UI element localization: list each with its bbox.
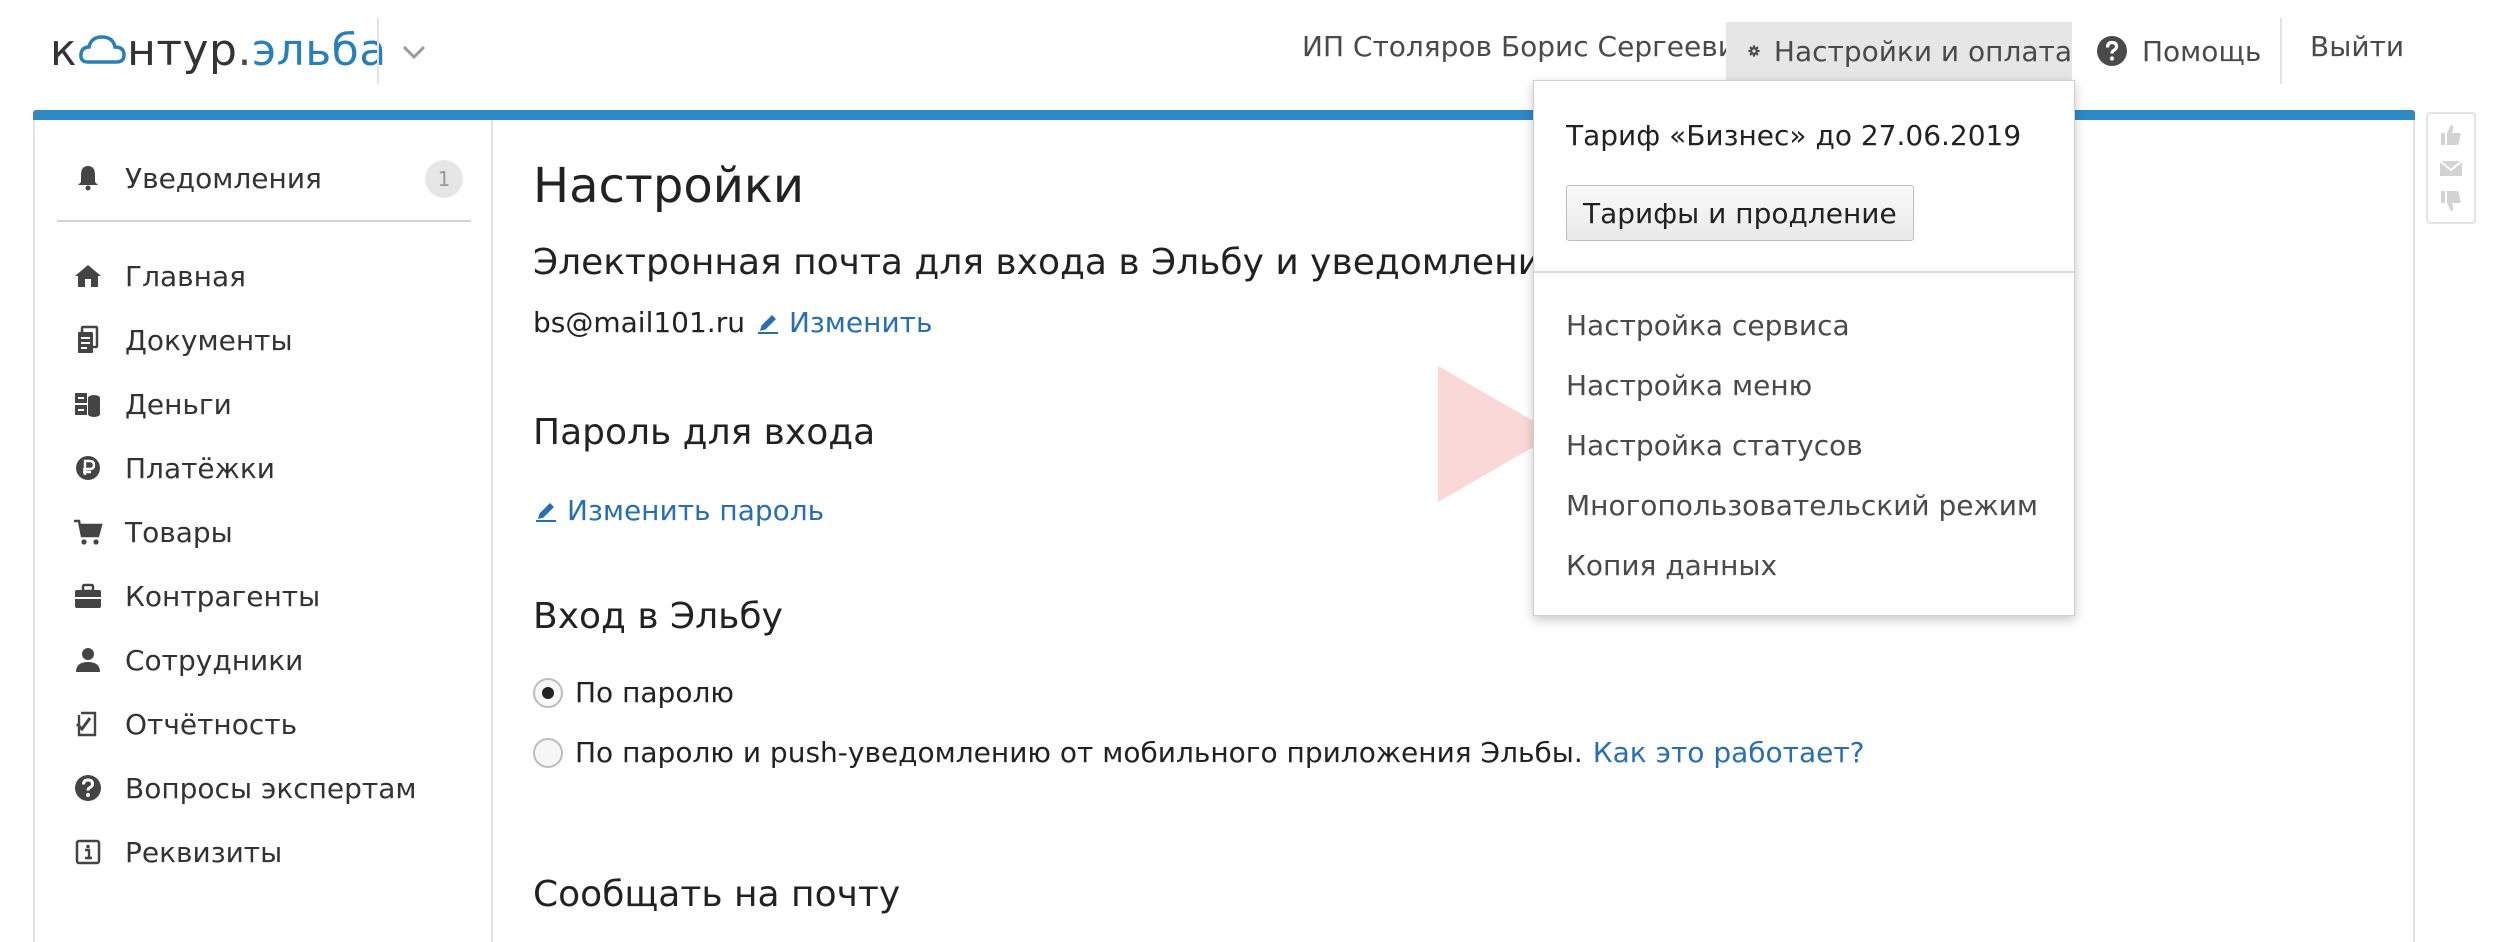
email-row: bs@mail101.ru Изменить bbox=[533, 306, 932, 339]
sidebar-item-expert-questions[interactable]: Вопросы экспертам bbox=[57, 756, 473, 820]
email-value: bs@mail101.ru bbox=[533, 306, 745, 339]
radio-password-only[interactable] bbox=[533, 677, 563, 708]
sidebar-item-documents[interactable]: Документы bbox=[57, 308, 473, 372]
change-password-label: Изменить пароль bbox=[567, 494, 825, 527]
sidebar-item-contractors[interactable]: Контрагенты bbox=[57, 564, 473, 628]
sidebar-item-label: Реквизиты bbox=[125, 835, 283, 869]
sidebar-divider bbox=[57, 220, 471, 222]
sidebar-item-notifications[interactable]: Уведомления 1 bbox=[57, 148, 473, 208]
change-email-link[interactable]: Изменить bbox=[755, 306, 933, 339]
sidebar-item-label: Платёжки bbox=[125, 451, 275, 485]
briefcase-icon bbox=[75, 583, 101, 608]
gear-icon bbox=[1748, 45, 1760, 57]
chevron-down-icon[interactable] bbox=[398, 36, 430, 68]
login-option-password-push[interactable]: По паролю и push-уведомлению от мобильно… bbox=[533, 736, 1865, 769]
sidebar-item-label: Документы bbox=[125, 323, 293, 357]
notifications-count-badge: 1 bbox=[425, 160, 463, 198]
radio-password-push[interactable] bbox=[533, 737, 563, 768]
thumbs-up-icon[interactable] bbox=[2438, 122, 2464, 148]
menu-item-status-settings[interactable]: Настройка статусов bbox=[1566, 415, 2038, 475]
cloud-logo-icon bbox=[79, 35, 126, 64]
sidebar-item-home[interactable]: Главная bbox=[57, 244, 473, 308]
password-section-heading: Пароль для входа bbox=[533, 412, 876, 453]
login-option-password[interactable]: По паролю bbox=[533, 676, 734, 709]
header-divider bbox=[2280, 18, 2282, 84]
feedback-widget bbox=[2426, 112, 2476, 224]
person-icon bbox=[76, 648, 100, 672]
sidebar-item-label: Вопросы экспертам bbox=[125, 771, 417, 805]
question-circle-icon bbox=[2097, 36, 2127, 66]
sidebar-item-reports[interactable]: Отчётность bbox=[57, 692, 473, 756]
bell-icon bbox=[78, 166, 98, 191]
sidebar-item-label: Сотрудники bbox=[125, 643, 304, 677]
pencil-icon bbox=[757, 314, 778, 334]
payment-icon bbox=[76, 456, 100, 480]
radio-password-only-label: По паролю bbox=[575, 676, 734, 709]
change-email-label: Изменить bbox=[788, 306, 933, 339]
sidebar-item-label: Контрагенты bbox=[125, 579, 321, 613]
sidebar-item-employees[interactable]: Сотрудники bbox=[57, 628, 473, 692]
help-label: Помощь bbox=[2142, 34, 2262, 68]
pencil-icon bbox=[536, 502, 556, 522]
menu-item-menu-settings[interactable]: Настройка меню bbox=[1566, 355, 2038, 415]
settings-and-payment-button[interactable]: Настройки и оплата bbox=[1726, 22, 2072, 80]
change-password-link[interactable]: Изменить пароль bbox=[533, 494, 824, 527]
cart-icon bbox=[74, 519, 103, 545]
help-button[interactable]: Помощь bbox=[2096, 22, 2261, 80]
documents-icon bbox=[78, 325, 99, 353]
thumbs-down-icon[interactable] bbox=[2438, 188, 2464, 214]
sidebar: Уведомления 1 Главная Документы Деньги П… bbox=[35, 120, 493, 942]
page-title: Настройки bbox=[533, 158, 805, 214]
settings-label: Настройки и оплата bbox=[1773, 34, 2072, 68]
sidebar-item-label: Главная bbox=[125, 259, 246, 293]
sidebar-nav: Главная Документы Деньги Платёжки Товары… bbox=[57, 244, 473, 884]
dropdown-items: Настройка сервиса Настройка меню Настрой… bbox=[1566, 295, 2038, 595]
sidebar-item-payments[interactable]: Платёжки bbox=[57, 436, 473, 500]
sidebar-item-label: Товары bbox=[125, 515, 233, 549]
notifications-label: Уведомления bbox=[125, 161, 322, 195]
sidebar-item-requisites[interactable]: Реквизиты bbox=[57, 820, 473, 884]
settings-content: Настройки Электронная почта для входа в … bbox=[533, 120, 2393, 942]
question-icon bbox=[75, 775, 101, 801]
login-section-heading: Вход в Эльбу bbox=[533, 596, 783, 637]
logout-link[interactable]: Выйти bbox=[2310, 30, 2404, 63]
info-icon bbox=[75, 839, 101, 865]
home-icon bbox=[75, 265, 101, 287]
menu-item-data-backup[interactable]: Копия данных bbox=[1566, 535, 2038, 595]
menu-item-service-settings[interactable]: Настройка сервиса bbox=[1566, 295, 2038, 355]
dropdown-divider bbox=[1534, 271, 2074, 273]
how-it-works-link[interactable]: Как это работает? bbox=[1593, 736, 1865, 769]
logo-divider bbox=[377, 18, 379, 84]
sidebar-item-label: Деньги bbox=[125, 387, 232, 421]
mail-icon[interactable] bbox=[2438, 155, 2464, 181]
top-header: к нтур. эльба ИП Столяров Борис Сергеевич bbox=[0, 0, 2496, 108]
money-icon bbox=[75, 393, 100, 417]
radio-password-push-label: По паролю и push-уведомлению от мобильно… bbox=[575, 736, 1583, 769]
tariffs-and-renewal-button[interactable]: Тарифы и продление bbox=[1566, 185, 1914, 241]
kontur-elba-logo[interactable]: к нтур. эльба bbox=[50, 20, 387, 80]
notify-section-heading: Сообщать на почту bbox=[533, 874, 901, 915]
menu-item-multiuser-mode[interactable]: Многопользовательский режим bbox=[1566, 475, 2038, 535]
sidebar-item-goods[interactable]: Товары bbox=[57, 500, 473, 564]
user-name[interactable]: ИП Столяров Борис Сергеевич bbox=[1302, 30, 1753, 63]
tariff-info: Тариф «Бизнес» до 27.06.2019 bbox=[1566, 119, 2022, 152]
report-icon bbox=[75, 711, 97, 737]
sidebar-item-label: Отчётность bbox=[125, 707, 298, 741]
email-section-heading: Электронная почта для входа в Эльбу и ув… bbox=[533, 242, 1565, 283]
settings-dropdown-menu: Тариф «Бизнес» до 27.06.2019 Тарифы и пр… bbox=[1533, 80, 2075, 616]
sidebar-item-money[interactable]: Деньги bbox=[57, 372, 473, 436]
